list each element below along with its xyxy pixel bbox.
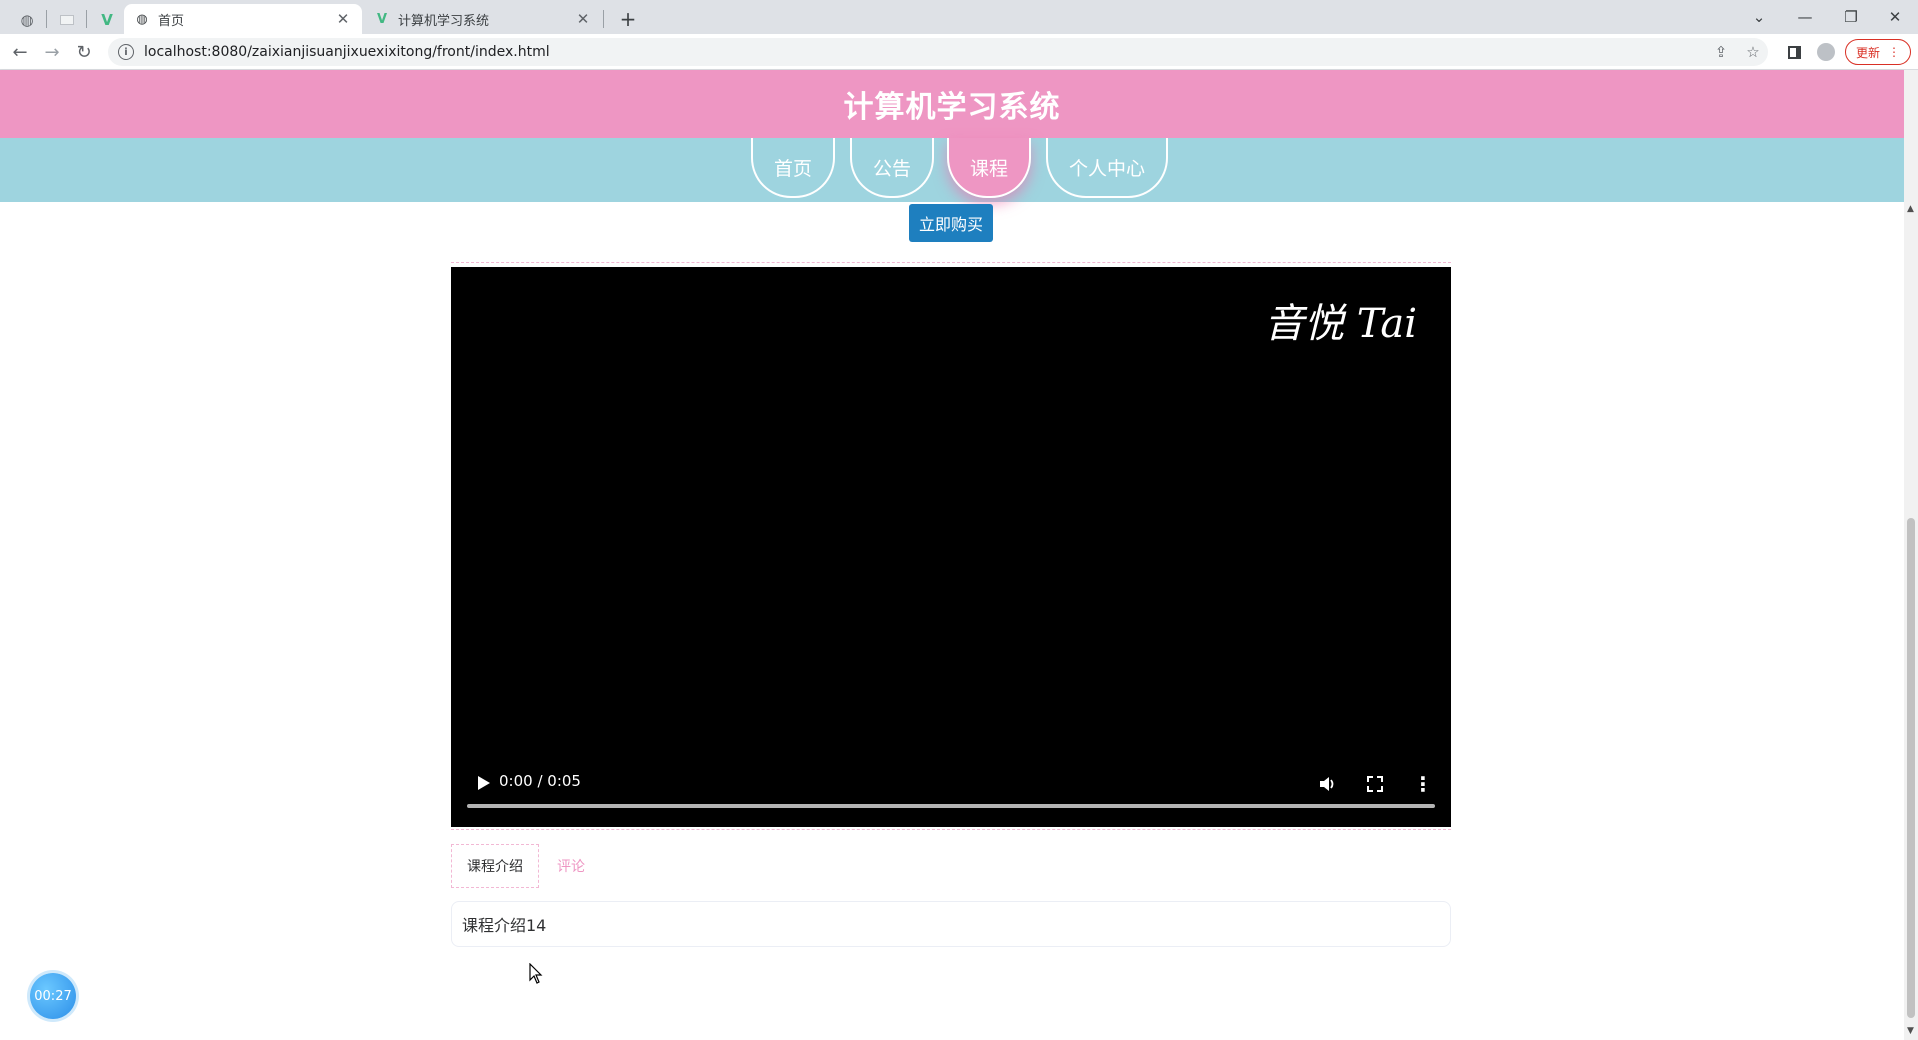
close-icon: ✕ <box>1888 8 1902 26</box>
side-panel-button[interactable] <box>1782 40 1806 64</box>
scrollbar-thumb[interactable] <box>1907 518 1915 1018</box>
mouse-cursor-icon <box>529 963 543 984</box>
reload-button[interactable]: ↻ <box>70 38 98 66</box>
browser-tab-system[interactable]: V 计算机学习系统 ✕ <box>364 4 602 34</box>
browser-tab-home[interactable]: ◍ 首页 ✕ <box>124 4 362 34</box>
tab-course-intro[interactable]: 课程介绍 <box>451 844 539 888</box>
star-icon: ☆ <box>1746 43 1760 61</box>
avatar-icon <box>1817 43 1835 61</box>
close-icon[interactable]: ✕ <box>334 10 352 28</box>
buy-now-button[interactable]: 立即购买 <box>909 204 993 242</box>
browser-tab-strip: ◍ V ◍ 首页 ✕ V 计算机学习系统 ✕ + ⌄ — ❐ ✕ <box>0 0 1918 34</box>
course-intro-text: 课程介绍14 <box>462 916 547 935</box>
pinned-tab-blank[interactable] <box>48 5 86 34</box>
tab-separator <box>46 10 47 28</box>
buy-label: 立即购买 <box>918 215 983 234</box>
play-icon[interactable] <box>473 773 493 793</box>
course-tabs: 课程介绍 评论 <box>451 844 1451 888</box>
pinned-tab-globe[interactable]: ◍ <box>8 5 46 34</box>
back-button[interactable]: ← <box>6 38 34 66</box>
fullscreen-button[interactable] <box>1364 773 1386 795</box>
share-icon: ⇪ <box>1714 43 1728 61</box>
tab-comments[interactable]: 评论 <box>539 844 603 888</box>
chevron-down-icon: ⌄ <box>1752 8 1766 26</box>
page-icon <box>60 14 74 25</box>
video-progress-bar[interactable] <box>467 804 1435 808</box>
video-watermark: 音悦 Tai <box>1264 301 1417 347</box>
timer-text: 00:27 <box>34 988 72 1004</box>
info-icon[interactable]: i <box>118 44 134 60</box>
page-scrollbar[interactable]: ▲ ▼ <box>1904 70 1918 1040</box>
side-panel-icon <box>1787 45 1801 59</box>
nav-label: 课程 <box>969 157 1008 180</box>
vue-logo-icon: V <box>101 10 113 29</box>
vue-logo-icon: V <box>376 11 388 27</box>
address-bar[interactable]: i localhost:8080/zaixianjisuanjixuexixit… <box>108 38 1768 66</box>
timer-badge[interactable]: 00:27 <box>30 973 76 1019</box>
url-text: localhost:8080/zaixianjisuanjixuexixiton… <box>144 44 550 60</box>
nav-label: 公告 <box>872 157 911 180</box>
tab-label: 评论 <box>557 859 585 875</box>
restore-icon: ❐ <box>1844 8 1858 26</box>
tab-label: 课程介绍 <box>467 859 523 875</box>
fullscreen-icon <box>1367 776 1383 792</box>
video-more-button[interactable]: ⋮ <box>1412 772 1434 796</box>
nav-course[interactable]: 课程 <box>947 138 1031 198</box>
tab-title: 计算机学习系统 <box>398 13 490 29</box>
forward-button[interactable]: → <box>38 38 66 66</box>
close-window-button[interactable]: ✕ <box>1872 0 1918 34</box>
nav-notice[interactable]: 公告 <box>850 138 934 198</box>
globe-icon: ◍ <box>20 10 34 29</box>
minimize-icon: — <box>1797 8 1813 26</box>
update-button[interactable]: 更新 ⋮ <box>1845 39 1911 65</box>
nav-label: 首页 <box>773 157 812 180</box>
new-tab-button[interactable]: + <box>614 5 642 33</box>
tab-separator <box>86 10 87 28</box>
minimize-button[interactable]: — <box>1782 0 1828 34</box>
share-button[interactable]: ⇪ <box>1708 38 1734 66</box>
pinned-tab-vue[interactable]: V <box>88 5 126 34</box>
profile-button[interactable] <box>1814 40 1838 64</box>
scroll-up-arrow-icon[interactable]: ▲ <box>1907 204 1914 214</box>
more-vert-icon: ⋮ <box>1888 45 1900 59</box>
globe-icon: ◍ <box>136 11 148 27</box>
bookmark-button[interactable]: ☆ <box>1740 38 1766 66</box>
more-vert-icon: ⋮ <box>1413 772 1433 796</box>
page-content: 计算机学习系统 首页 公告 课程 个人中心 立即购买 音悦 Tai 0:00 /… <box>0 70 1904 1040</box>
tab-title: 首页 <box>158 13 185 29</box>
site-header: 计算机学习系统 <box>0 70 1904 138</box>
tab-search-button[interactable]: ⌄ <box>1736 0 1782 34</box>
close-icon[interactable]: ✕ <box>574 10 592 28</box>
browser-toolbar: ← → ↻ i localhost:8080/zaixianjisuanjixu… <box>0 34 1918 70</box>
scroll-down-arrow-icon[interactable]: ▼ <box>1907 1026 1914 1036</box>
reload-icon: ↻ <box>76 41 92 63</box>
site-title: 计算机学习系统 <box>843 90 1061 125</box>
nav-home[interactable]: 首页 <box>751 138 835 198</box>
video-time: 0:00 / 0:05 <box>499 772 581 790</box>
volume-icon <box>1320 777 1334 791</box>
volume-button[interactable] <box>1316 773 1338 795</box>
tab-separator <box>603 10 604 28</box>
course-intro-content: 课程介绍14 <box>451 901 1451 947</box>
nav-label: 个人中心 <box>1068 157 1145 180</box>
arrow-left-icon: ← <box>12 41 28 63</box>
video-player[interactable]: 音悦 Tai 0:00 / 0:05 ⋮ <box>451 267 1451 827</box>
restore-button[interactable]: ❐ <box>1828 0 1874 34</box>
plus-icon: + <box>619 7 637 31</box>
site-nav: 首页 公告 课程 个人中心 <box>0 138 1904 202</box>
arrow-right-icon: → <box>44 41 60 63</box>
nav-personal-center[interactable]: 个人中心 <box>1046 138 1168 198</box>
update-label: 更新 <box>1855 45 1880 60</box>
